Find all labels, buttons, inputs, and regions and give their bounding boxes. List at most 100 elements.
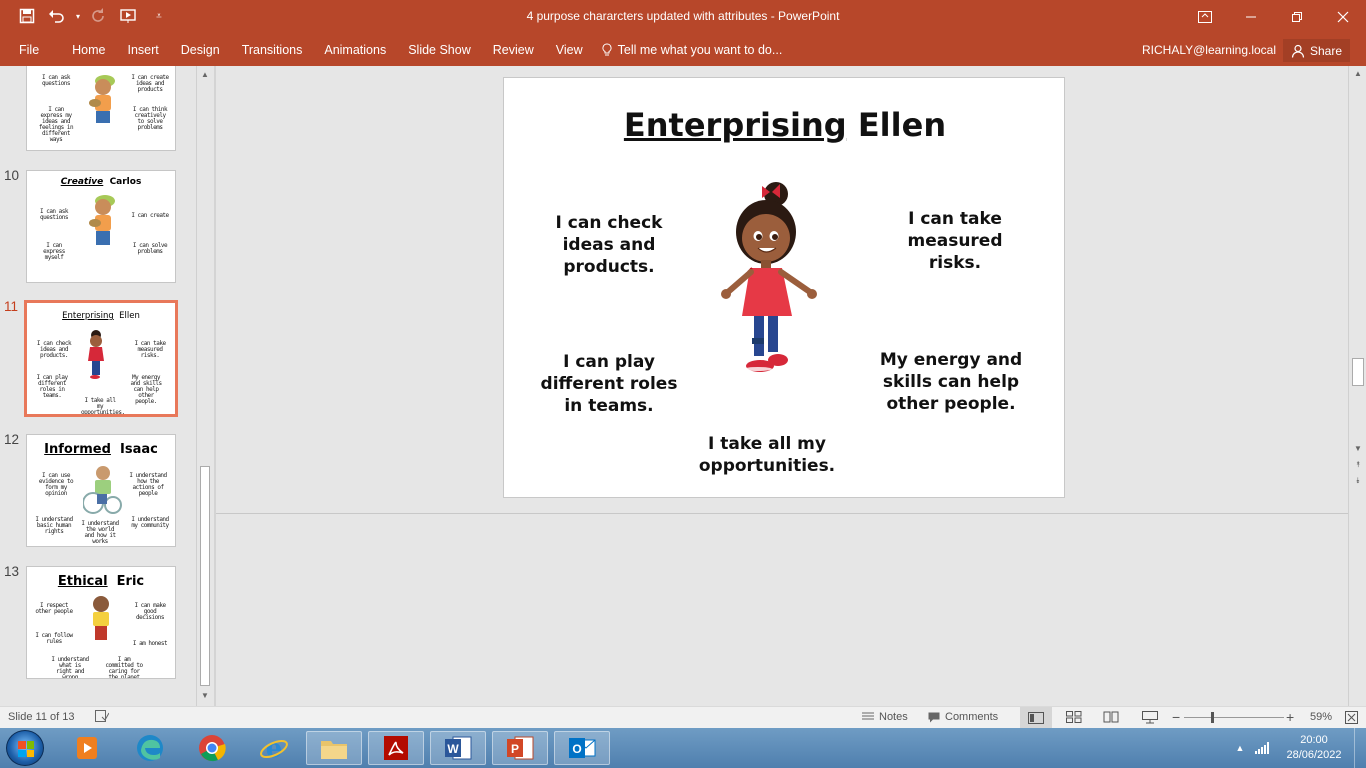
thumb-text: My energy and skills can help other peop… bbox=[130, 374, 162, 405]
text-top-right[interactable]: I can take measured risks. bbox=[890, 208, 1020, 274]
next-slide-icon[interactable]: ⯯ bbox=[1352, 476, 1364, 486]
tab-insert[interactable]: Insert bbox=[117, 34, 170, 66]
slide-sorter-icon[interactable] bbox=[1066, 711, 1082, 723]
informed-isaac-image bbox=[82, 465, 123, 518]
tab-animations[interactable]: Animations bbox=[313, 34, 397, 66]
slide-counter: Slide 11 of 13 bbox=[8, 711, 74, 723]
current-slide[interactable]: Enterprising Ellen I can check ideas and… bbox=[503, 77, 1065, 498]
scroll-up-icon[interactable]: ▲ bbox=[199, 69, 211, 81]
share-button[interactable]: Share bbox=[1282, 39, 1350, 62]
thumb-text: I can solve problems bbox=[132, 242, 168, 255]
thumb-text: I can use evidence to form my opinion bbox=[38, 472, 74, 497]
network-icon[interactable] bbox=[1250, 742, 1274, 754]
show-desktop-button[interactable] bbox=[1354, 728, 1366, 768]
windows-media-player-icon[interactable] bbox=[60, 731, 116, 765]
slide-title[interactable]: Enterprising Ellen bbox=[504, 106, 1066, 144]
scroll-up-icon[interactable]: ▲ bbox=[1352, 69, 1364, 78]
scroll-down-icon[interactable]: ▼ bbox=[199, 690, 211, 702]
tab-slide-show[interactable]: Slide Show bbox=[397, 34, 482, 66]
boy-figure-image bbox=[87, 67, 119, 132]
tell-me-label: Tell me what you want to do... bbox=[617, 43, 783, 57]
zoom-in-button[interactable]: + bbox=[1286, 709, 1294, 725]
scroll-down-icon[interactable]: ▼ bbox=[1352, 444, 1364, 453]
ribbon-display-options-icon[interactable] bbox=[1182, 0, 1228, 34]
lightbulb-icon bbox=[602, 43, 612, 56]
restore-icon[interactable] bbox=[1274, 0, 1320, 34]
slide-number: 11 bbox=[4, 299, 19, 314]
text-bottom[interactable]: I take all my opportunities. bbox=[692, 433, 842, 477]
window-title: 4 purpose chararcters updated with attri… bbox=[526, 9, 840, 23]
slide-thumbnail-13[interactable]: Ethical Eric I respect other people I ca… bbox=[26, 566, 176, 679]
tell-me-box[interactable]: Tell me what you want to do... bbox=[594, 43, 783, 57]
file-explorer-icon[interactable] bbox=[306, 731, 362, 765]
tab-review[interactable]: Review bbox=[482, 34, 545, 66]
thumb-title-underlined: Informed bbox=[44, 442, 111, 457]
text-mid-left[interactable]: I can play different roles in teams. bbox=[534, 351, 684, 417]
scrollbar-thumb[interactable] bbox=[1352, 358, 1364, 386]
thumb-text: I can play different roles in teams. bbox=[36, 374, 68, 399]
window-controls bbox=[1182, 0, 1366, 34]
normal-view-icon[interactable] bbox=[1020, 707, 1052, 728]
slide-show-icon[interactable] bbox=[1142, 711, 1158, 724]
adobe-acrobat-icon[interactable] bbox=[368, 731, 424, 765]
svg-text:W: W bbox=[447, 742, 459, 756]
zoom-slider[interactable] bbox=[1184, 717, 1284, 718]
reading-view-icon[interactable] bbox=[1103, 711, 1119, 723]
slide-number: 12 bbox=[4, 432, 20, 447]
thumb-text: I can make good decisions bbox=[134, 602, 166, 621]
text-top-left[interactable]: I can check ideas and products. bbox=[544, 212, 674, 278]
thumbnail-scrollbar[interactable]: ▲ ▼ bbox=[196, 66, 212, 706]
notes-area[interactable] bbox=[216, 514, 1348, 706]
thumb-text: I understand what is right and wrong bbox=[51, 656, 89, 679]
enterprising-ellen-image[interactable] bbox=[718, 176, 828, 381]
slide-number: 13 bbox=[4, 564, 20, 579]
person-icon bbox=[1291, 44, 1305, 58]
microsoft-edge-icon[interactable] bbox=[122, 731, 178, 765]
slide-title-rest: Ellen bbox=[857, 106, 947, 144]
show-hidden-icons-icon[interactable]: ▲ bbox=[1230, 743, 1250, 753]
thumb-text: I understand basic human rights bbox=[35, 516, 73, 535]
svg-text:O: O bbox=[572, 742, 581, 756]
slide-scrollbar[interactable]: ▲ ▼ ⯭ ⯯ bbox=[1348, 66, 1366, 706]
zoom-level[interactable]: 59% bbox=[1310, 711, 1332, 723]
scrollbar-thumb[interactable] bbox=[200, 466, 210, 686]
notes-button[interactable]: Notes bbox=[862, 711, 908, 723]
tab-design[interactable]: Design bbox=[170, 34, 231, 66]
thumb-text: I can take measured risks. bbox=[134, 340, 166, 359]
microsoft-powerpoint-icon[interactable]: P bbox=[492, 731, 548, 765]
thumb-text: I understand how the actions of people bbox=[129, 472, 167, 497]
thumb-title-underlined: Enterprising bbox=[62, 311, 114, 321]
thumb-title: Enterprising Ellen bbox=[27, 311, 175, 321]
minimize-icon[interactable] bbox=[1228, 0, 1274, 34]
slide-thumbnail-12[interactable]: Informed Isaac I can use evidence to for… bbox=[26, 434, 176, 547]
slide-thumbnail-10[interactable]: Creative Carlos I can ask questions I ca… bbox=[26, 170, 176, 283]
text-mid-right[interactable]: My energy and skills can help other peop… bbox=[876, 349, 1026, 415]
account-name[interactable]: RICHALY@learning.local bbox=[1142, 34, 1276, 66]
slide-thumbnail-9[interactable]: I can ask questions I can create ideas a… bbox=[26, 66, 176, 151]
microsoft-outlook-icon[interactable]: O bbox=[554, 731, 610, 765]
enterprising-ellen-image bbox=[83, 329, 109, 386]
thumb-title-rest: Carlos bbox=[109, 177, 142, 187]
zoom-out-button[interactable]: − bbox=[1172, 709, 1180, 725]
spell-check-icon[interactable] bbox=[95, 710, 109, 722]
tab-view[interactable]: View bbox=[545, 34, 594, 66]
zoom-slider-knob[interactable] bbox=[1211, 712, 1214, 723]
google-chrome-icon[interactable] bbox=[184, 731, 240, 765]
thumb-text: I can create ideas and products bbox=[131, 74, 169, 93]
internet-explorer-icon[interactable]: e bbox=[246, 731, 302, 765]
thumb-text: I take all my opportunities. bbox=[81, 397, 125, 416]
thumb-text: I can ask questions bbox=[39, 208, 69, 221]
tab-transitions[interactable]: Transitions bbox=[231, 34, 314, 66]
microsoft-word-icon[interactable]: W bbox=[430, 731, 486, 765]
comments-button[interactable]: Comments bbox=[928, 711, 998, 723]
close-icon[interactable] bbox=[1320, 0, 1366, 34]
tab-home[interactable]: Home bbox=[61, 34, 116, 66]
tab-file[interactable]: File bbox=[8, 34, 61, 66]
fit-to-window-icon[interactable] bbox=[1345, 711, 1358, 724]
clock[interactable]: 20:00 28/06/2022 bbox=[1274, 733, 1354, 763]
ethical-eric-image bbox=[87, 595, 115, 648]
start-button[interactable] bbox=[6, 730, 44, 766]
previous-slide-icon[interactable]: ⯭ bbox=[1352, 460, 1364, 470]
slide-thumbnail-11[interactable]: Enterprising Ellen I can check ideas and… bbox=[24, 300, 178, 417]
thumb-text: I respect other people bbox=[35, 602, 73, 615]
